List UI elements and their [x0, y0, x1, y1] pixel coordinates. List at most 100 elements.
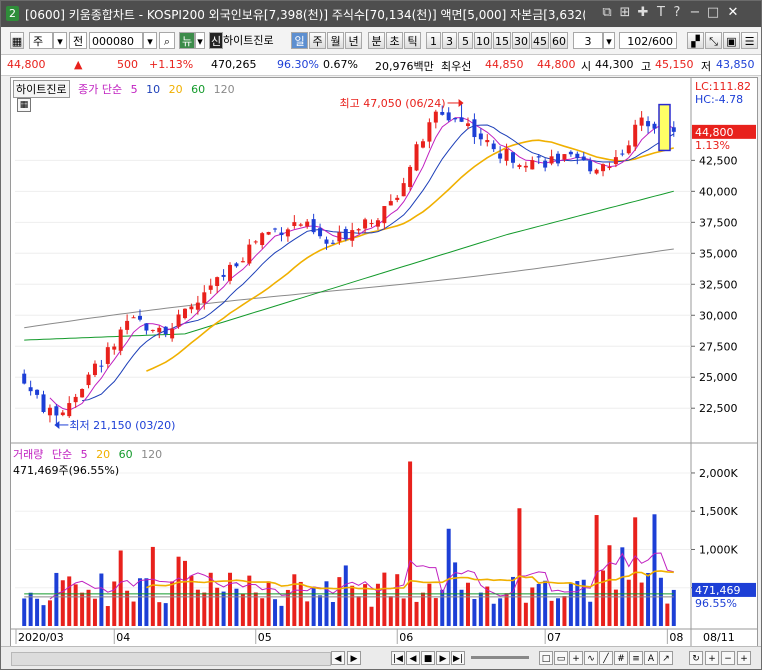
drawing-icon[interactable]: ⤡ — [705, 32, 722, 49]
restore-down-icon[interactable]: ⧉ — [599, 5, 615, 21]
candle-body — [247, 244, 252, 264]
candle-body — [523, 165, 528, 168]
period-minute-button[interactable]: 분 — [368, 32, 385, 49]
period-year-button[interactable]: 년 — [345, 32, 362, 49]
price-tick-label: 30,000 — [699, 309, 738, 322]
crosshair-icon[interactable]: + — [569, 651, 583, 665]
last-icon[interactable]: ▶| — [451, 651, 465, 665]
interval-45-button[interactable]: 45 — [531, 32, 549, 49]
bar-count-input[interactable]: 102/600 — [619, 32, 677, 49]
app-icon: 2 — [6, 6, 19, 21]
code-dropdown-icon[interactable]: ▾ — [143, 32, 157, 49]
price-type-select[interactable]: 전 — [69, 32, 87, 49]
candle-body — [208, 285, 213, 290]
help-icon[interactable]: ? — [669, 5, 685, 21]
period-month-button[interactable]: 월 — [327, 32, 344, 49]
arrow-tool-icon[interactable]: ↗ — [659, 651, 673, 665]
volume-value: 470,265 — [211, 58, 257, 71]
news-icon[interactable]: 뉴 — [179, 32, 195, 49]
close-icon[interactable]: ✕ — [725, 5, 741, 21]
indicator-icon[interactable]: ▞ — [687, 32, 704, 49]
volume-bar — [137, 578, 142, 626]
price-tick-label: 42,500 — [699, 154, 738, 167]
fib-icon[interactable]: ≡ — [629, 651, 643, 665]
speed-slider[interactable] — [471, 656, 529, 659]
chart-window: 2 [0600] 키움종합차트 - KOSPI200 외국인보유[7,398(천… — [0, 0, 762, 670]
table-view-icon[interactable]: ▦ — [17, 98, 31, 112]
ruler-icon[interactable]: ∿ — [584, 651, 598, 665]
interval-30-button[interactable]: 30 — [512, 32, 530, 49]
period-tick-button[interactable]: 틱 — [404, 32, 421, 49]
interval-15-button[interactable]: 15 — [493, 32, 511, 49]
candle-body — [350, 230, 355, 241]
save-icon[interactable]: ▣ — [723, 32, 740, 49]
stop-icon[interactable]: ■ — [421, 651, 435, 665]
high-price: 45,150 — [655, 58, 694, 71]
volume-bar — [485, 586, 490, 626]
scroll-left-icon[interactable]: ◀ — [331, 651, 345, 665]
price-tick-label: 40,000 — [699, 185, 738, 198]
quote-bar: 44,800 ▲ 500 +1.13% 470,265 96.30% 0.67%… — [1, 55, 761, 76]
stock-code-input[interactable]: 000080 — [89, 32, 143, 49]
news-dropdown-icon[interactable]: ▾ — [195, 32, 205, 49]
scroll-right-icon[interactable]: ▶ — [347, 651, 361, 665]
expand-icon[interactable]: + — [737, 651, 751, 665]
interval-3-button[interactable]: 3 — [442, 32, 457, 49]
zoom-out-icon[interactable]: − — [721, 651, 735, 665]
candle-body — [298, 224, 303, 226]
candle-body — [202, 292, 207, 303]
volume-bar — [511, 576, 515, 626]
pin-icon[interactable]: ✚ — [635, 5, 651, 21]
volume-bar — [465, 582, 470, 626]
maximize-icon[interactable]: □ — [705, 5, 721, 21]
period-day-button[interactable]: 일 — [291, 32, 308, 49]
interval-10-button[interactable]: 10 — [474, 32, 492, 49]
volume-bar — [530, 587, 535, 626]
period-week-button[interactable]: 주 — [309, 32, 326, 49]
market-type-select[interactable]: 주 — [29, 32, 53, 49]
refresh-icon[interactable]: ↻ — [689, 651, 703, 665]
candlestick-chart[interactable]: 42,500 40,000 37,500 35,000 32,500 30,000 27,5… — [11, 78, 757, 646]
first-icon[interactable]: |◀ — [391, 651, 405, 665]
minimize-icon[interactable]: − — [687, 5, 703, 21]
text-tool-icon[interactable]: A — [644, 651, 658, 665]
candle-body — [504, 149, 509, 161]
volume-legend-ma[interactable]: 단순 — [52, 446, 72, 462]
candle-body — [228, 264, 233, 281]
interval-60-button[interactable]: 60 — [550, 32, 568, 49]
time-label: 08 — [669, 631, 683, 644]
price-legend-stock[interactable]: 하이트진로 — [13, 80, 70, 98]
line-icon[interactable]: ╱ — [599, 651, 613, 665]
period-second-button[interactable]: 초 — [386, 32, 403, 49]
candle-body — [234, 263, 239, 267]
candle-body — [613, 157, 618, 165]
settings-icon[interactable]: ☰ — [741, 32, 758, 49]
mark-icon[interactable]: ▦ — [10, 32, 24, 49]
zoom-fit-icon[interactable]: ▭ — [554, 651, 568, 665]
interval-input[interactable]: 3 — [573, 32, 603, 49]
volume-bar — [189, 575, 194, 626]
candle-body — [80, 389, 85, 398]
chevron-down-icon[interactable]: ▾ — [53, 32, 67, 49]
search-icon[interactable]: ⌕ — [159, 32, 175, 49]
font-t-icon[interactable]: T — [653, 5, 669, 21]
interval-1-button[interactable]: 1 — [426, 32, 441, 49]
scroll-track[interactable] — [11, 652, 331, 666]
price-tick-label: 37,500 — [699, 216, 738, 229]
zoom-in-icon[interactable]: + — [705, 651, 719, 665]
zoom-box-icon[interactable]: □ — [539, 651, 553, 665]
volume-legend-name[interactable]: 거래량 — [13, 446, 43, 462]
play-back-icon[interactable]: ◀ — [406, 651, 420, 665]
chart-area[interactable]: 42,500 40,000 37,500 35,000 32,500 30,000 27,5… — [10, 77, 758, 647]
grid-icon[interactable]: ⊞ — [617, 5, 633, 21]
price-legend-ma[interactable]: 종가 단순 — [78, 81, 122, 97]
volume-bar — [568, 582, 573, 626]
interval-5-button[interactable]: 5 — [458, 32, 473, 49]
grid-toggle-icon[interactable]: # — [614, 651, 628, 665]
interval-spin-icon[interactable]: ▾ — [603, 32, 615, 49]
volume-bar — [363, 584, 368, 626]
candle-body — [401, 183, 406, 197]
volume-bar — [498, 598, 503, 626]
price-tick-label: 32,500 — [699, 278, 738, 291]
play-icon[interactable]: ▶ — [436, 651, 450, 665]
